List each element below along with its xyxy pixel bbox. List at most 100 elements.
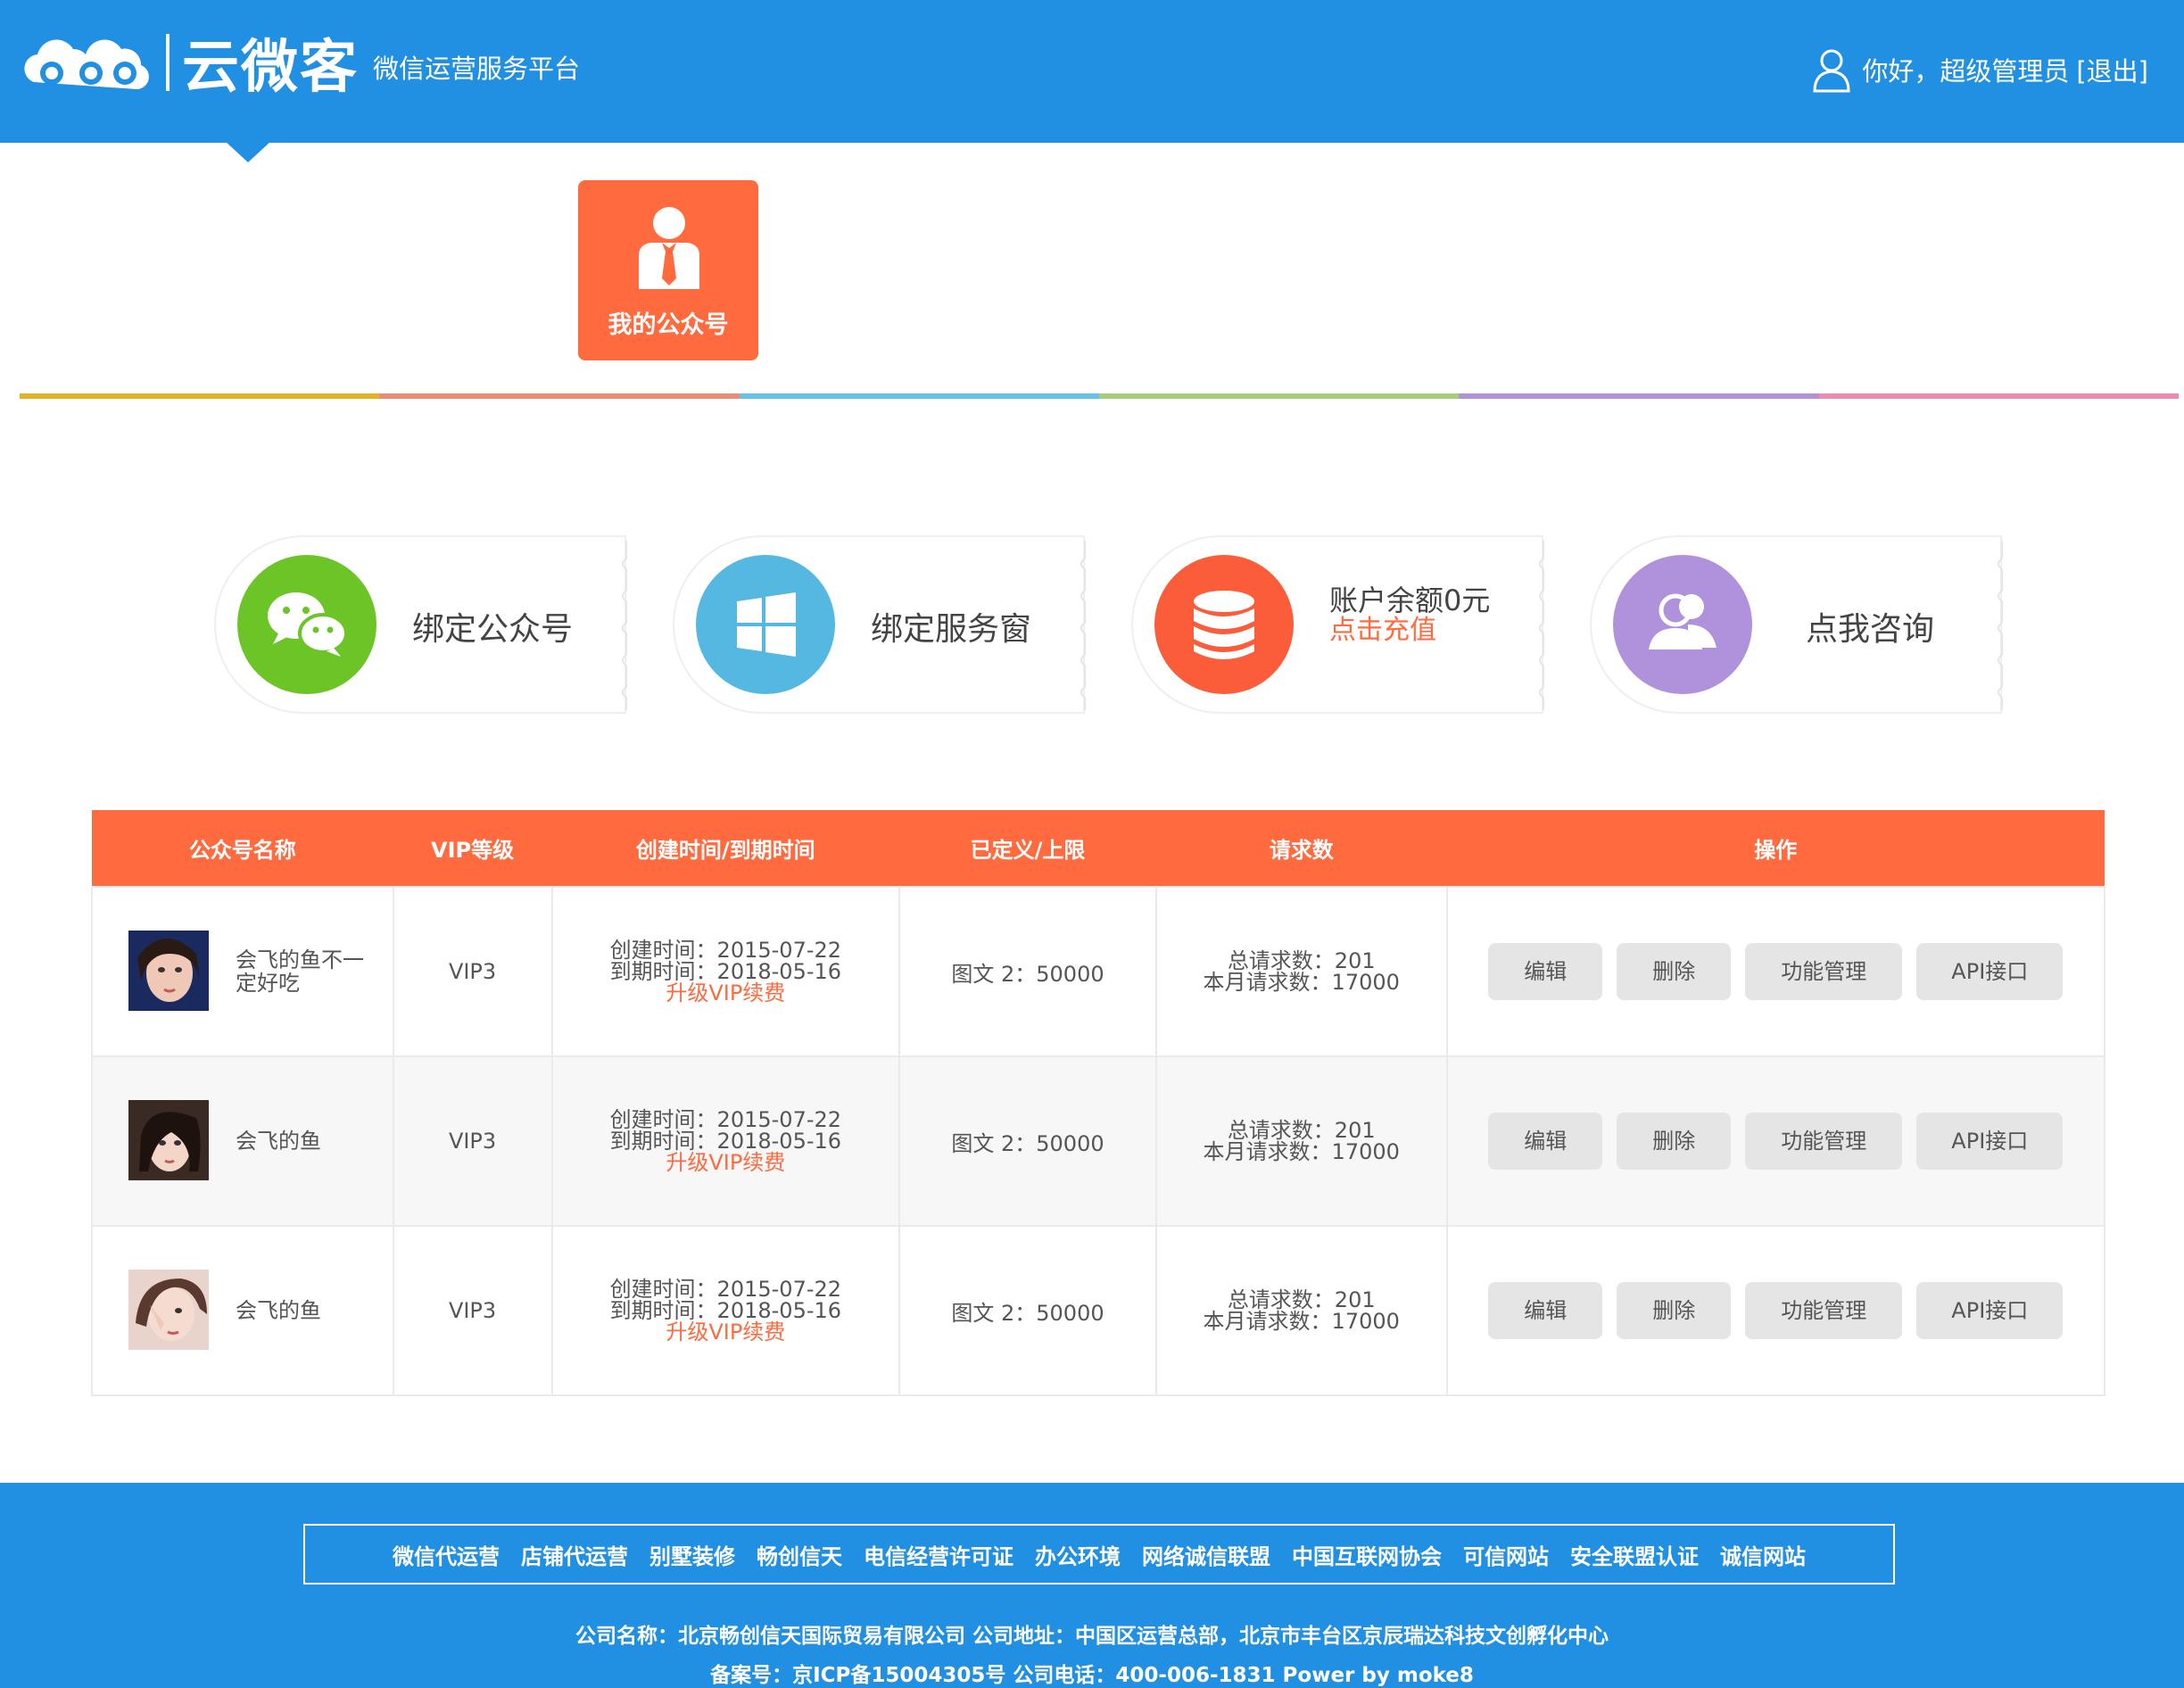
vip-level: VIP3 <box>392 1055 553 1227</box>
footer-link[interactable]: 可信网站 <box>1463 1539 1549 1570</box>
user-icon <box>1813 49 1850 93</box>
edit-button[interactable]: 编辑 <box>1488 1113 1603 1170</box>
recharge-link[interactable]: 点击充值 <box>1329 616 1490 646</box>
strip-segment <box>1818 393 2179 399</box>
table-row: 会飞的鱼 VIP3 创建时间：2015-07-22 到期时间：2018-05-1… <box>91 1055 2106 1227</box>
ticket-edge <box>1080 541 1086 710</box>
users-icon <box>1613 555 1752 694</box>
nav-tile-label: 我的公众号 <box>608 311 729 339</box>
platform-subtitle: 微信运营服务平台 <box>373 54 581 84</box>
logo-divider <box>166 34 170 91</box>
requests-cell: 总请求数：201 本月请求数：17000 <box>1154 1055 1448 1227</box>
bind-service-window-card[interactable]: 绑定服务窗 <box>673 535 1086 714</box>
upgrade-vip-link[interactable]: 升级VIP续费 <box>553 1152 899 1173</box>
nav-pointer <box>225 141 271 162</box>
expire-time: 到期时间：2018-05-16 <box>609 1298 842 1323</box>
ticket-edge <box>1539 541 1544 710</box>
balance-text: 账户余额0元 <box>1329 583 1491 617</box>
actions-cell: 编辑 删除 功能管理 API接口 <box>1445 1055 2106 1227</box>
user-area: 你好，超级管理员 [退出] <box>1812 46 2148 93</box>
delete-button[interactable]: 删除 <box>1617 1282 1732 1339</box>
card-label: 绑定服务窗 <box>871 611 1032 648</box>
icp-info: 备案号：京ICP备15004305号 公司电话：400-006-1831 Pow… <box>710 1664 1474 1687</box>
balance-block: 账户余额0元 点击充值 <box>1329 585 1490 646</box>
created-time: 创建时间：2015-07-22 <box>609 1277 842 1302</box>
table-row: 会飞的鱼不一定好吃 VIP3 创建时间：2015-07-22 到期时间：2018… <box>91 886 2106 1057</box>
actions-cell: 编辑 删除 功能管理 API接口 <box>1445 886 2106 1057</box>
created-time: 创建时间：2015-07-22 <box>609 938 842 963</box>
manager-icon <box>639 207 699 289</box>
top-header: 云微客 微信运营服务平台 你好，超级管理员 [退出] <box>0 0 2184 162</box>
function-manage-button[interactable]: 功能管理 <box>1745 943 1903 1000</box>
footer-link[interactable]: 店铺代运营 <box>521 1539 628 1570</box>
windows-icon <box>696 555 835 694</box>
col-header-defined: 已定义/上限 <box>899 810 1156 887</box>
cloud-logo-icon <box>24 39 149 89</box>
table-row: 会飞的鱼 VIP3 创建时间：2015-07-22 到期时间：2018-05-1… <box>91 1225 2106 1396</box>
col-header-requests: 请求数 <box>1155 810 1447 887</box>
function-manage-button[interactable]: 功能管理 <box>1745 1282 1903 1339</box>
bind-official-account-card[interactable]: 绑定公众号 <box>214 535 627 714</box>
strip-segment <box>20 393 380 399</box>
col-header-name: 公众号名称 <box>92 810 393 887</box>
month-requests: 本月请求数：17000 <box>1203 970 1400 995</box>
api-button[interactable]: API接口 <box>1916 1113 2064 1170</box>
month-requests: 本月请求数：17000 <box>1203 1309 1400 1334</box>
time-cell: 创建时间：2015-07-22 到期时间：2018-05-16 升级VIP续费 <box>550 1055 901 1227</box>
avatar <box>128 931 209 1011</box>
strip-segment <box>1098 393 1460 399</box>
account-balance-card[interactable]: 账户余额0元 点击充值 <box>1131 535 1544 714</box>
footer-link[interactable]: 别墅装修 <box>649 1539 735 1570</box>
col-header-time: 创建时间/到期时间 <box>551 810 900 887</box>
logout-link[interactable]: [退出] <box>2076 51 2148 88</box>
footer-link[interactable]: 安全联盟认证 <box>1570 1539 1699 1570</box>
strip-segment <box>1459 393 1819 399</box>
footer-link[interactable]: 网络诚信联盟 <box>1142 1539 1270 1570</box>
footer-link[interactable]: 诚信网站 <box>1720 1539 1806 1570</box>
strip-segment <box>379 393 740 399</box>
site-footer: 微信代运营 店铺代运营 别墅装修 畅创信天 电信经营许可证 办公环境 网络诚信联… <box>0 1483 2184 1688</box>
table-header-row: 公众号名称 VIP等级 创建时间/到期时间 已定义/上限 请求数 操作 <box>92 810 2105 887</box>
footer-link-bar: 微信代运营 店铺代运营 别墅装修 畅创信天 电信经营许可证 办公环境 网络诚信联… <box>303 1524 1895 1585</box>
requests-cell: 总请求数：201 本月请求数：17000 <box>1154 886 1448 1057</box>
consult-card[interactable]: 点我咨询 <box>1590 535 2003 714</box>
api-button[interactable]: API接口 <box>1916 1282 2064 1339</box>
logo-text: 云微客 <box>182 35 359 101</box>
delete-button[interactable]: 删除 <box>1617 1113 1732 1170</box>
footer-link[interactable]: 微信代运营 <box>393 1539 500 1570</box>
site-logo[interactable]: 云微客 <box>18 27 359 101</box>
account-name: 会飞的鱼不一定好吃 <box>236 947 364 996</box>
edit-button[interactable]: 编辑 <box>1488 943 1603 1000</box>
card-label: 点我咨询 <box>1806 611 1935 648</box>
time-cell: 创建时间：2015-07-22 到期时间：2018-05-16 升级VIP续费 <box>550 1225 901 1396</box>
vip-level: VIP3 <box>392 886 553 1057</box>
api-button[interactable]: API接口 <box>1916 943 2064 1000</box>
footer-link[interactable]: 办公环境 <box>1035 1539 1121 1570</box>
defined-limit: 图文 2：50000 <box>898 886 1157 1057</box>
user-greeting: 你好，超级管理员 <box>1862 56 2070 87</box>
created-time: 创建时间：2015-07-22 <box>609 1107 842 1132</box>
color-divider-strip <box>20 393 2179 399</box>
defined-limit: 图文 2：50000 <box>898 1055 1157 1227</box>
account-name: 会飞的鱼 <box>236 1298 321 1323</box>
footer-link[interactable]: 电信经营许可证 <box>864 1539 1013 1570</box>
total-requests: 总请求数：201 <box>1227 1287 1376 1312</box>
ticket-edge <box>622 541 627 710</box>
vip-level: VIP3 <box>392 1225 553 1396</box>
delete-button[interactable]: 删除 <box>1617 943 1732 1000</box>
footer-link[interactable]: 畅创信天 <box>757 1539 842 1570</box>
upgrade-vip-link[interactable]: 升级VIP续费 <box>553 982 899 1004</box>
official-accounts-table: 公众号名称 VIP等级 创建时间/到期时间 已定义/上限 请求数 操作 会飞的鱼… <box>91 810 2106 1396</box>
expire-time: 到期时间：2018-05-16 <box>609 1129 842 1154</box>
strip-segment <box>739 393 1099 399</box>
my-official-accounts-tile[interactable]: 我的公众号 <box>578 180 758 360</box>
footer-link[interactable]: 中国互联网协会 <box>1292 1539 1442 1570</box>
total-requests: 总请求数：201 <box>1227 1118 1376 1143</box>
function-manage-button[interactable]: 功能管理 <box>1745 1113 1903 1170</box>
defined-limit: 图文 2：50000 <box>898 1225 1157 1396</box>
edit-button[interactable]: 编辑 <box>1488 1282 1603 1339</box>
col-header-vip: VIP等级 <box>393 810 552 887</box>
upgrade-vip-link[interactable]: 升级VIP续费 <box>553 1321 899 1343</box>
wechat-icon <box>237 555 376 694</box>
time-cell: 创建时间：2015-07-22 到期时间：2018-05-16 升级VIP续费 <box>550 886 901 1057</box>
